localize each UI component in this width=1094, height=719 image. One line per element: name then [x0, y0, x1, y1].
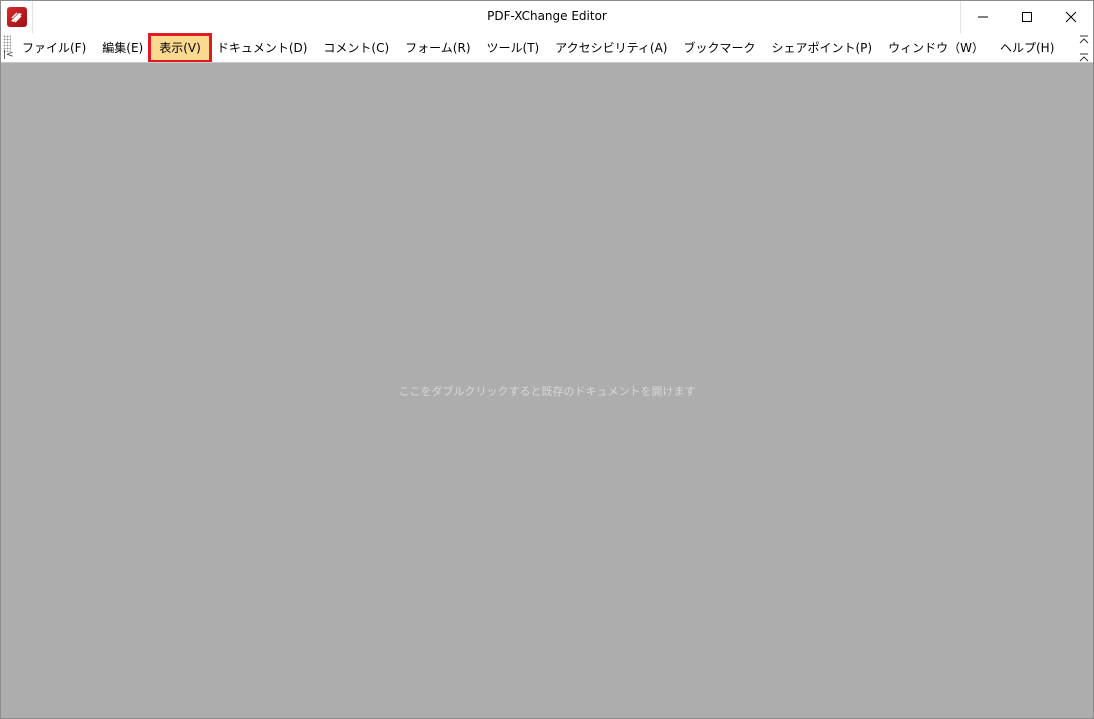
collapse-up-icon[interactable] [1079, 35, 1089, 45]
menu-file[interactable]: ファイル(F) [14, 36, 94, 60]
window-controls [960, 1, 1093, 33]
document-workspace[interactable]: ここをダブルクリックすると既存のドキュメントを開けます [1, 63, 1093, 718]
menu-items: ファイル(F) 編集(E) 表示(V) ドキュメント(D) コメント(C) フォ… [14, 33, 1062, 63]
title-bar[interactable]: PDF-XChange Editor [1, 1, 1093, 33]
menu-view[interactable]: 表示(V) [148, 33, 212, 63]
minimize-button[interactable] [961, 1, 1005, 33]
menu-form[interactable]: フォーム(R) [397, 36, 478, 60]
menu-sharepoint[interactable]: シェアポイント(P) [764, 36, 881, 60]
maximize-icon [1022, 12, 1032, 22]
window-title: PDF-XChange Editor [487, 9, 607, 23]
menu-accessibility[interactable]: アクセシビリティ(A) [547, 36, 675, 60]
close-icon [1065, 11, 1077, 23]
menu-edit[interactable]: 編集(E) [94, 36, 151, 60]
maximize-button[interactable] [1005, 1, 1049, 33]
open-document-hint: ここをダブルクリックすると既存のドキュメントを開けます [398, 385, 696, 398]
ribbon-collapse-controls [1079, 35, 1089, 63]
app-window: PDF-XChange Editor |< ファイル(F) 編集(E) 表示(V… [0, 0, 1094, 719]
menu-bookmarks[interactable]: ブックマーク [675, 36, 763, 60]
menu-window[interactable]: ウィンドウ（W） [880, 36, 992, 60]
menu-help[interactable]: ヘルプ(H) [992, 36, 1062, 60]
menu-comment[interactable]: コメント(C) [315, 36, 397, 60]
close-button[interactable] [1049, 1, 1093, 33]
collapse-left-icon[interactable]: |< [3, 51, 14, 60]
menu-bar: |< ファイル(F) 編集(E) 表示(V) ドキュメント(D) コメント(C)… [1, 33, 1093, 63]
menu-tools[interactable]: ツール(T) [479, 36, 548, 60]
menu-document[interactable]: ドキュメント(D) [209, 36, 316, 60]
minimize-icon [978, 16, 988, 18]
